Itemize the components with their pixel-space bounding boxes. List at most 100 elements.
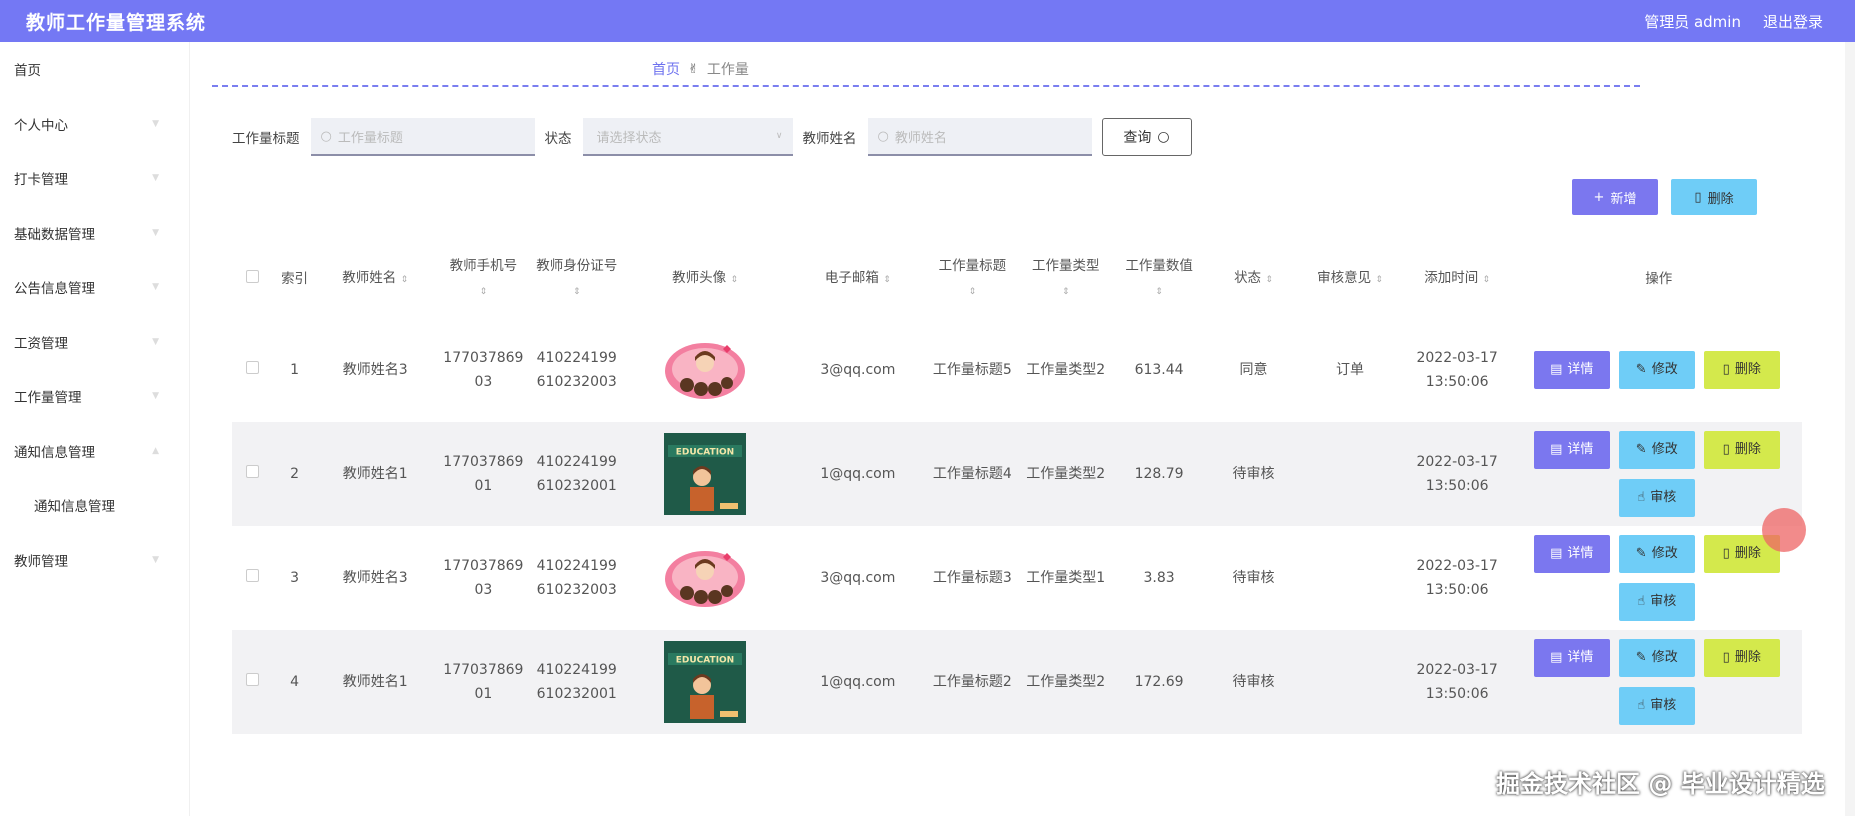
audit-button[interactable]: ☝ 审核 xyxy=(1618,479,1695,517)
table-row: 2 教师姓名1 177037869 01 410224199 610232001 E… xyxy=(232,422,1802,526)
table-row: 3 教师姓名3 17703786903 410224199610232003 xyxy=(232,526,1802,630)
sidebar-item-notice[interactable]: 公告信息管理 ▼ xyxy=(0,260,189,315)
search-icon: ○ xyxy=(877,128,889,144)
delete-button[interactable]: ▯ 删除 xyxy=(1703,351,1780,389)
sidebar-item-teacher[interactable]: 教师管理 ▼ xyxy=(0,533,189,588)
cell-avatar: EDUCATION xyxy=(620,422,790,526)
row-checkbox[interactable] xyxy=(245,361,259,374)
avatar-education-teacher: EDUCATION xyxy=(664,641,747,723)
name-label: 教师姓名 xyxy=(802,131,857,147)
query-button[interactable]: 查询 ○ xyxy=(1101,118,1192,156)
edit-button[interactable]: ✎ 修改 xyxy=(1618,535,1695,573)
cell-name: 教师姓名3 xyxy=(316,318,434,422)
edit-button[interactable]: ✎ 修改 xyxy=(1618,351,1695,389)
sort-icon: ⇕ xyxy=(400,275,409,285)
cell-status: 同意 xyxy=(1205,318,1302,422)
table-row: 4 教师姓名1 177037869 01 410224199 610232001 E… xyxy=(232,630,1802,734)
cell-value: 613.44 xyxy=(1112,318,1206,422)
add-button[interactable]: + 新增 xyxy=(1572,179,1658,215)
header-phone[interactable]: 教师手机号 ⇕ xyxy=(434,240,534,318)
cell-index: 1 xyxy=(272,318,317,422)
breadcrumb: 首页 ✌ 工作量 xyxy=(652,59,749,79)
divider xyxy=(212,85,1640,87)
title-search-input[interactable]: ○ 工作量标题 xyxy=(310,118,535,156)
breadcrumb-home[interactable]: 首页 xyxy=(652,59,680,79)
sidebar-item-personal-center[interactable]: 个人中心 ▼ xyxy=(0,97,189,152)
audit-button[interactable]: ☝ 审核 xyxy=(1618,583,1695,621)
trash-icon: ▯ xyxy=(1722,442,1730,457)
cell-email: 3@qq.com xyxy=(789,318,926,422)
header-avatar[interactable]: 教师头像 ⇕ xyxy=(620,240,790,318)
cell-time: 2022-03-17 13:50:06 xyxy=(1398,526,1516,630)
logout-link[interactable]: 退出登录 xyxy=(1763,11,1823,32)
cell-name: 教师姓名1 xyxy=(316,422,434,526)
sidebar: 首页 个人中心 ▼ 打卡管理 ▼ 基础数据管理 ▼ 公告信息管理 ▼ 工资管理 ▼ 工作量… xyxy=(0,42,190,816)
status-select[interactable]: 请选择状态 ∨ xyxy=(582,118,793,156)
svg-text:EDUCATION: EDUCATION xyxy=(676,656,734,666)
pencil-icon: ✎ xyxy=(1635,546,1647,561)
header-opinion[interactable]: 审核意见 ⇕ xyxy=(1301,240,1399,318)
header-index: 索引 xyxy=(281,271,309,287)
chevron-down-icon: ▼ xyxy=(152,227,159,238)
row-checkbox[interactable] xyxy=(245,673,259,686)
search-form: 工作量标题 ○ 工作量标题 状态 请选择状态 ∨ 教师姓名 ○ 教师姓名 查询 … xyxy=(232,118,1192,156)
cell-time: 2022-03-17 13:50:06 xyxy=(1398,630,1516,734)
sort-icon: ⇕ xyxy=(968,287,977,297)
chevron-down-icon: ▼ xyxy=(152,391,159,402)
sort-icon: ⇕ xyxy=(1265,275,1273,285)
delete-button[interactable]: ▯ 删除 xyxy=(1703,639,1780,677)
cell-status: 待审核 xyxy=(1205,630,1302,734)
detail-button[interactable]: ▤ 详情 xyxy=(1533,431,1610,469)
sidebar-item-workload[interactable]: 工作量管理 ▼ xyxy=(0,369,189,424)
header-status[interactable]: 状态 ⇕ xyxy=(1206,240,1301,318)
vertical-scrollbar[interactable] xyxy=(1845,42,1855,816)
sort-icon: ⇕ xyxy=(730,275,738,285)
cell-status: 待审核 xyxy=(1205,422,1302,526)
batch-delete-button[interactable]: ▯ 删除 xyxy=(1671,179,1757,215)
delete-button[interactable]: ▯ 删除 xyxy=(1703,431,1780,469)
trash-icon: ▯ xyxy=(1722,546,1730,561)
audit-button[interactable]: ☝ 审核 xyxy=(1618,687,1695,725)
cell-status: 待审核 xyxy=(1205,526,1302,630)
header-name[interactable]: 教师姓名 ⇕ xyxy=(317,240,434,318)
status-label: 状态 xyxy=(544,131,572,147)
sidebar-item-salary[interactable]: 工资管理 ▼ xyxy=(0,315,189,370)
cell-name: 教师姓名1 xyxy=(316,630,434,734)
sidebar-item-notification[interactable]: 通知信息管理 ▲ xyxy=(0,424,189,479)
sidebar-item-clock-in[interactable]: 打卡管理 ▼ xyxy=(0,151,189,206)
edit-button[interactable]: ✎ 修改 xyxy=(1618,431,1695,469)
sidebar-item-home[interactable]: 首页 xyxy=(0,42,189,97)
header-value[interactable]: 工作量数值 ⇕ xyxy=(1112,240,1205,318)
header-id[interactable]: 教师身份证号 ⇕ xyxy=(533,240,620,318)
cell-name: 教师姓名3 xyxy=(316,526,434,630)
top-bar: 教师工作量管理系统 管理员 admin 退出登录 xyxy=(0,0,1855,42)
sort-icon: ⇕ xyxy=(479,287,488,297)
sidebar-subitem-notification[interactable]: 通知信息管理 xyxy=(0,478,189,533)
cell-id: 410224199 610232001 xyxy=(533,630,621,734)
thumbs-up-icon: ☝ xyxy=(1637,490,1646,505)
row-checkbox[interactable] xyxy=(245,465,259,478)
row-checkbox[interactable] xyxy=(245,569,259,582)
cell-time: 2022-03-17 13:50:06 xyxy=(1398,318,1516,422)
cell-avatar: EDUCATION xyxy=(620,630,790,734)
cell-type: 工作量类型1 xyxy=(1019,526,1113,630)
header-title[interactable]: 工作量标题 ⇕ xyxy=(926,240,1019,318)
header-type[interactable]: 工作量类型 ⇕ xyxy=(1019,240,1112,318)
sort-icon: ⇕ xyxy=(1061,287,1070,297)
sidebar-item-basic-data[interactable]: 基础数据管理 ▼ xyxy=(0,206,189,261)
detail-button[interactable]: ▤ 详情 xyxy=(1533,535,1610,573)
current-user: 管理员 admin xyxy=(1644,12,1741,31)
detail-button[interactable]: ▤ 详情 xyxy=(1533,639,1610,677)
header-email[interactable]: 电子邮箱 ⇕ xyxy=(790,240,926,318)
edit-button[interactable]: ✎ 修改 xyxy=(1618,639,1695,677)
header-time[interactable]: 添加时间 ⇕ xyxy=(1399,240,1516,318)
cell-value: 172.69 xyxy=(1112,630,1206,734)
detail-button[interactable]: ▤ 详情 xyxy=(1533,351,1610,389)
trash-icon: ▯ xyxy=(1722,362,1730,377)
thumbs-up-icon: ☝ xyxy=(1637,594,1646,609)
name-search-input[interactable]: ○ 教师姓名 xyxy=(867,118,1092,156)
cell-email: 1@qq.com xyxy=(789,422,926,526)
avatar-cartoon-girl xyxy=(665,551,746,607)
search-icon: ○ xyxy=(1157,129,1170,145)
select-all-checkbox[interactable] xyxy=(245,270,259,283)
